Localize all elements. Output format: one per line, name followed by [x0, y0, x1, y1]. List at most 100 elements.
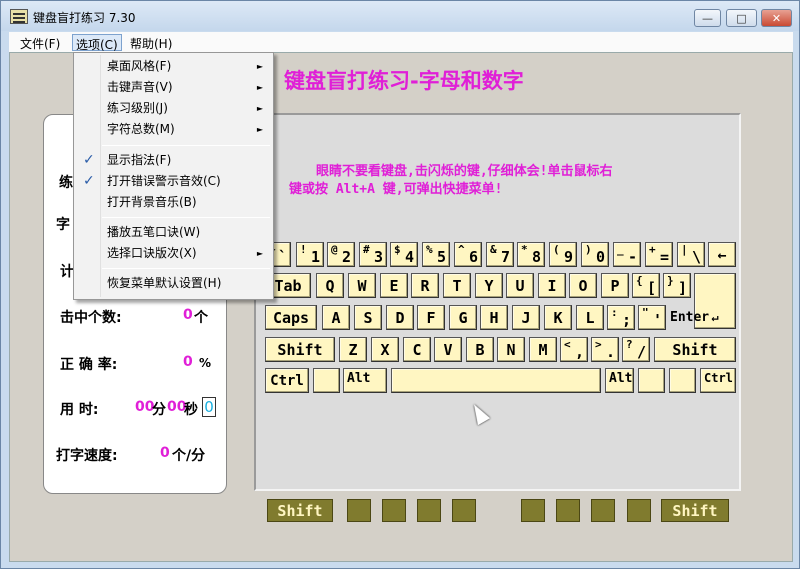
minimize-button[interactable]: —: [694, 9, 721, 27]
menu-separator: [102, 145, 270, 146]
key-i[interactable]: I: [538, 273, 566, 298]
key-win-right[interactable]: [638, 368, 665, 393]
key-4[interactable]: $4: [390, 242, 418, 267]
key-3[interactable]: #3: [359, 242, 387, 267]
title-bar: 键盘盲打练习 7.30 — □ ✕: [1, 1, 799, 31]
accuracy-unit: %: [199, 356, 212, 370]
speed-unit: 个/分: [172, 448, 206, 464]
key-s[interactable]: S: [354, 305, 382, 330]
hits-label: 击中个数:: [60, 310, 122, 326]
menu-item-error-sound[interactable]: ✓ 打开错误警示音效(C): [74, 171, 273, 192]
stat-label-partial-2: 字: [56, 217, 70, 233]
hint-line-1: 眼睛不要看键盘,击闪烁的键,仔细体会!单击鼠标右: [316, 164, 613, 179]
key-left-bracket[interactable]: {[: [632, 273, 660, 298]
key-menu[interactable]: [669, 368, 696, 393]
key-h[interactable]: H: [480, 305, 508, 330]
key-n[interactable]: N: [497, 337, 525, 362]
key-equals[interactable]: + =: [645, 242, 673, 267]
key-x[interactable]: X: [371, 337, 399, 362]
key-y[interactable]: Y: [475, 273, 503, 298]
key-p[interactable]: P: [601, 273, 629, 298]
key-comma[interactable]: <,: [560, 337, 588, 362]
key-9[interactable]: (9: [549, 242, 577, 267]
keyboard-app-icon: [10, 9, 28, 24]
menu-file[interactable]: 文件(F): [17, 34, 63, 51]
hint-line-2: 键或按 Alt+A 键,可弹出快捷菜单!: [289, 182, 503, 197]
key-quote[interactable]: " ': [638, 305, 666, 330]
submenu-arrow-icon: ►: [256, 104, 263, 113]
menu-item-desktop-style[interactable]: 桌面风格(F) ►: [74, 56, 273, 77]
key-semicolon[interactable]: :;: [607, 305, 635, 330]
stat-label-partial-1: 练: [59, 175, 73, 191]
key-6[interactable]: ^ 6: [454, 242, 482, 267]
key-space[interactable]: [391, 368, 601, 393]
key-ctrl-left[interactable]: Ctrl: [265, 368, 309, 393]
key-c[interactable]: C: [403, 337, 431, 362]
key-o[interactable]: O: [569, 273, 597, 298]
submenu-arrow-icon: ►: [256, 125, 263, 134]
accuracy-value: 0: [183, 354, 193, 370]
key-backspace[interactable]: ←: [708, 242, 736, 267]
key-0[interactable]: ) 0: [581, 242, 609, 267]
key-f[interactable]: F: [417, 305, 445, 330]
finger-indicator: [627, 499, 651, 522]
app-window: 键盘盲打练习 7.30 — □ ✕ 文件(F) 选项(C) 帮助(H) 键盘盲打…: [0, 0, 800, 569]
menu-item-restore-defaults[interactable]: 恢复菜单默认设置(H): [74, 273, 273, 294]
menu-bar: 文件(F) 选项(C) 帮助(H): [9, 32, 793, 52]
key-q[interactable]: Q: [316, 273, 344, 298]
key-7[interactable]: & 7: [486, 242, 514, 267]
key-ctrl-right[interactable]: Ctrl: [700, 368, 736, 393]
key-5[interactable]: % 5: [422, 242, 450, 267]
menu-item-rhyme-version[interactable]: 选择口诀版次(X) ►: [74, 243, 273, 264]
menu-item-practice-level[interactable]: 练习级别(J) ►: [74, 98, 273, 119]
key-2[interactable]: @2: [327, 242, 355, 267]
key-minus[interactable]: _ -: [613, 242, 641, 267]
menu-item-background-music[interactable]: 打开背景音乐(B): [74, 192, 273, 213]
menu-options[interactable]: 选项(C): [72, 34, 122, 52]
submenu-arrow-icon: ►: [256, 62, 263, 71]
menu-item-key-sound[interactable]: 击键声音(V) ►: [74, 77, 273, 98]
key-w[interactable]: W: [348, 273, 376, 298]
key-period[interactable]: >.: [591, 337, 619, 362]
key-r[interactable]: R: [411, 273, 439, 298]
key-g[interactable]: G: [449, 305, 477, 330]
instruction-hint: 眼睛不要看键盘,击闪烁的键,仔细体会!单击鼠标右 键或按 Alt+A 键,可弹出…: [289, 163, 709, 199]
menu-item-char-total[interactable]: 字符总数(M) ►: [74, 119, 273, 140]
key-a[interactable]: A: [322, 305, 350, 330]
key-shift-left[interactable]: Shift: [265, 337, 335, 362]
menu-help[interactable]: 帮助(H): [127, 34, 175, 51]
finger-indicator: [347, 499, 371, 522]
key-l[interactable]: L: [576, 305, 604, 330]
key-alt-left[interactable]: Alt: [343, 368, 387, 393]
key-1[interactable]: ! 1: [296, 242, 324, 267]
finger-indicator: [521, 499, 545, 522]
key-8[interactable]: * 8: [517, 242, 545, 267]
speed-label: 打字速度:: [56, 448, 118, 464]
key-slash[interactable]: ? /: [622, 337, 650, 362]
key-u[interactable]: U: [506, 273, 534, 298]
options-dropdown: 桌面风格(F) ► 击键声音(V) ► 练习级别(J) ► 字符总数(M) ► ✓ 显示指…: [73, 52, 274, 300]
finger-indicator: [452, 499, 476, 522]
key-m[interactable]: M: [529, 337, 557, 362]
key-b[interactable]: B: [466, 337, 494, 362]
key-t[interactable]: T: [443, 273, 471, 298]
key-k[interactable]: K: [544, 305, 572, 330]
key-j[interactable]: J: [512, 305, 540, 330]
key-win-left[interactable]: [313, 368, 340, 393]
key-v[interactable]: V: [434, 337, 462, 362]
key-z[interactable]: Z: [339, 337, 367, 362]
key-shift-right[interactable]: Shift: [654, 337, 736, 362]
finger-indicator: [591, 499, 615, 522]
key-e[interactable]: E: [380, 273, 408, 298]
menu-item-show-fingering[interactable]: ✓ 显示指法(F): [74, 150, 273, 171]
key-caps[interactable]: Caps: [265, 305, 317, 330]
menu-separator: [102, 268, 270, 269]
key-d[interactable]: D: [386, 305, 414, 330]
close-button[interactable]: ✕: [761, 9, 792, 27]
menu-item-wubi-rhyme[interactable]: 播放五笔口诀(W): [74, 222, 273, 243]
key-alt-right[interactable]: Alt: [605, 368, 634, 393]
key-backslash[interactable]: | \: [677, 242, 705, 267]
maximize-button[interactable]: □: [726, 9, 757, 27]
key-right-bracket[interactable]: }]: [663, 273, 691, 298]
finger-shift-left: Shift: [267, 499, 333, 522]
